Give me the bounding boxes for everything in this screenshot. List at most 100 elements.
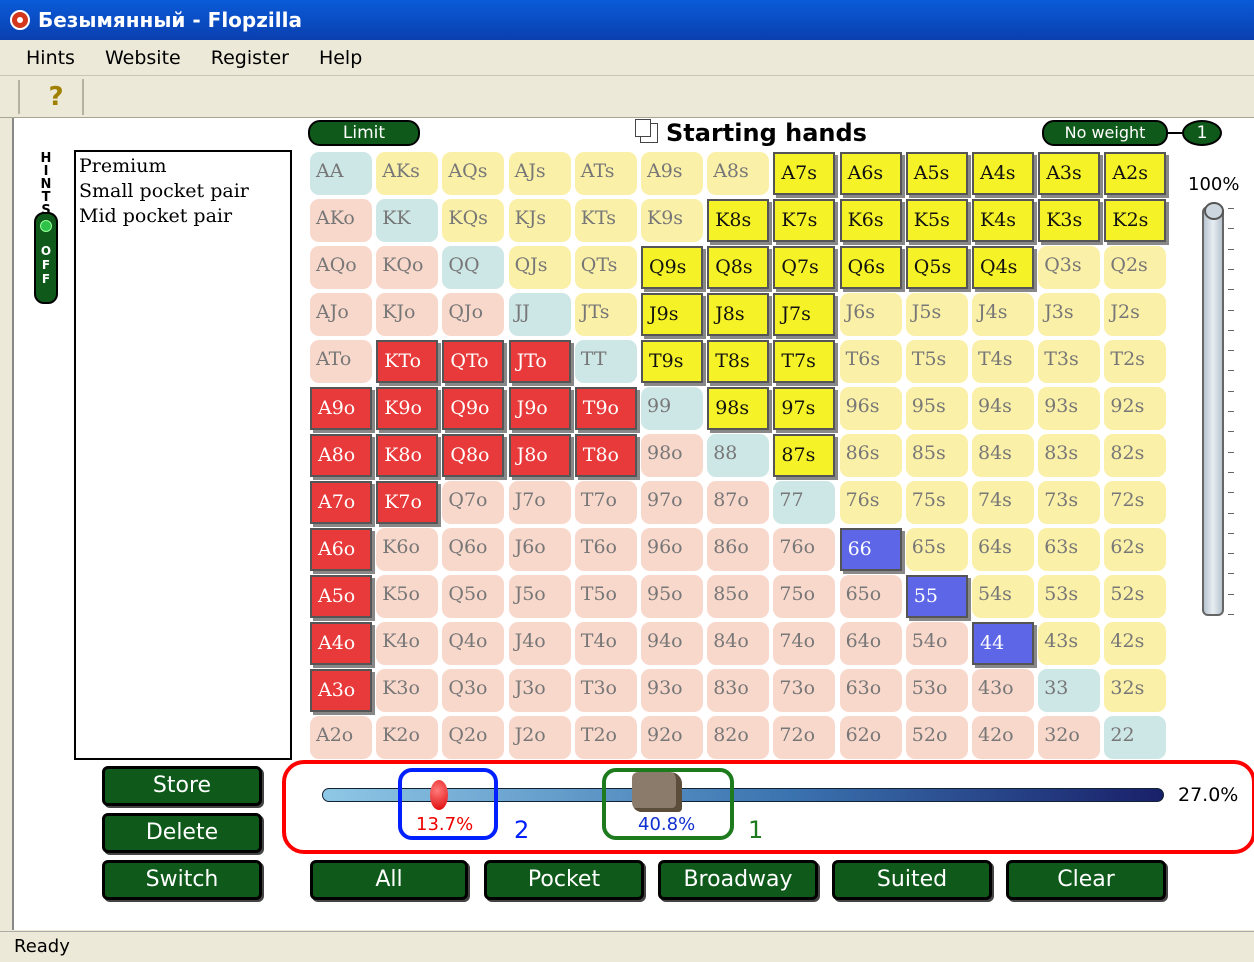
hand-cell-66[interactable]: 66 — [839, 528, 902, 571]
hand-cell-TT[interactable]: TT — [574, 340, 637, 383]
hand-cell-73s[interactable]: 73s — [1038, 481, 1101, 524]
red-slider-handle[interactable] — [430, 780, 448, 810]
hand-cell-T2s[interactable]: T2s — [1104, 340, 1167, 383]
hand-cell-JTs[interactable]: JTs — [574, 293, 637, 336]
store-button[interactable]: Store — [102, 766, 262, 806]
hand-cell-87s[interactable]: 87s — [773, 434, 836, 477]
hint-item[interactable]: Mid pocket pair — [79, 204, 287, 229]
menu-hints[interactable]: Hints — [26, 47, 75, 69]
hand-cell-95s[interactable]: 95s — [905, 387, 968, 430]
hand-cell-A9s[interactable]: A9s — [641, 152, 703, 195]
hand-cell-T6s[interactable]: T6s — [839, 340, 902, 383]
hand-cell-K8s[interactable]: K8s — [707, 199, 770, 242]
hand-cell-QTs[interactable]: QTs — [574, 246, 637, 289]
hand-cell-A7s[interactable]: A7s — [773, 152, 836, 195]
hand-cell-K3o[interactable]: K3o — [376, 669, 439, 712]
hand-cell-T7s[interactable]: T7s — [773, 340, 836, 383]
hand-cell-KK[interactable]: KK — [376, 199, 439, 242]
hand-cell-JTo[interactable]: JTo — [508, 340, 571, 383]
hand-cell-J9s[interactable]: J9s — [641, 293, 703, 336]
hand-cell-92o[interactable]: 92o — [641, 716, 703, 759]
clear-button[interactable]: Clear — [1006, 860, 1166, 900]
hand-cell-T9s[interactable]: T9s — [641, 340, 703, 383]
hand-cell-75o[interactable]: 75o — [773, 575, 836, 618]
hand-cell-32s[interactable]: 32s — [1104, 669, 1167, 712]
hand-cell-A5s[interactable]: A5s — [905, 152, 968, 195]
hand-cell-82s[interactable]: 82s — [1104, 434, 1167, 477]
hand-cell-J2s[interactable]: J2s — [1104, 293, 1167, 336]
hand-cell-T4s[interactable]: T4s — [972, 340, 1034, 383]
hand-cell-84o[interactable]: 84o — [707, 622, 770, 665]
hand-cell-72o[interactable]: 72o — [773, 716, 836, 759]
hand-cell-72s[interactable]: 72s — [1104, 481, 1167, 524]
hand-cell-A4o[interactable]: A4o — [310, 622, 372, 665]
hand-cell-62o[interactable]: 62o — [839, 716, 902, 759]
hand-cell-AQo[interactable]: AQo — [310, 246, 372, 289]
hand-cell-A2s[interactable]: A2s — [1104, 152, 1167, 195]
hand-cell-44[interactable]: 44 — [972, 622, 1034, 665]
hand-cell-K6o[interactable]: K6o — [376, 528, 439, 571]
hand-cell-K9s[interactable]: K9s — [641, 199, 703, 242]
suited-button[interactable]: Suited — [832, 860, 992, 900]
hints-toggle[interactable]: O F F — [34, 212, 58, 304]
hand-cell-T6o[interactable]: T6o — [574, 528, 637, 571]
hand-cell-ATo[interactable]: ATo — [310, 340, 372, 383]
hand-cell-J6o[interactable]: J6o — [508, 528, 571, 571]
hand-cell-AA[interactable]: AA — [310, 152, 372, 195]
hand-cell-K8o[interactable]: K8o — [376, 434, 439, 477]
hand-cell-64s[interactable]: 64s — [972, 528, 1034, 571]
hand-cell-J9o[interactable]: J9o — [508, 387, 571, 430]
hand-cell-K3s[interactable]: K3s — [1038, 199, 1101, 242]
hand-cell-96o[interactable]: 96o — [641, 528, 703, 571]
hand-cell-K7o[interactable]: K7o — [376, 481, 439, 524]
hand-cell-84s[interactable]: 84s — [972, 434, 1034, 477]
hand-cell-54s[interactable]: 54s — [972, 575, 1034, 618]
hand-cell-K4s[interactable]: K4s — [972, 199, 1034, 242]
hand-cell-83o[interactable]: 83o — [707, 669, 770, 712]
hand-cell-76s[interactable]: 76s — [839, 481, 902, 524]
limit-button[interactable]: Limit — [308, 120, 420, 146]
hand-cell-J6s[interactable]: J6s — [839, 293, 902, 336]
gray-slider-handle[interactable] — [632, 772, 682, 812]
weight-badge[interactable]: 1 — [1182, 120, 1222, 146]
hand-cell-82o[interactable]: 82o — [707, 716, 770, 759]
hand-cell-ATs[interactable]: ATs — [574, 152, 637, 195]
hand-cell-43o[interactable]: 43o — [972, 669, 1034, 712]
hand-cell-J3o[interactable]: J3o — [508, 669, 571, 712]
hand-cell-QTo[interactable]: QTo — [442, 340, 505, 383]
hand-cell-55[interactable]: 55 — [905, 575, 968, 618]
hand-cell-Q3s[interactable]: Q3s — [1038, 246, 1101, 289]
hand-cell-Q8o[interactable]: Q8o — [442, 434, 505, 477]
hand-cell-K7s[interactable]: K7s — [773, 199, 836, 242]
hand-cell-T5s[interactable]: T5s — [905, 340, 968, 383]
hand-cell-Q5s[interactable]: Q5s — [905, 246, 968, 289]
hand-cell-AKs[interactable]: AKs — [376, 152, 439, 195]
hand-cell-75s[interactable]: 75s — [905, 481, 968, 524]
hand-cell-Q4s[interactable]: Q4s — [972, 246, 1034, 289]
hand-cell-A3o[interactable]: A3o — [310, 669, 372, 712]
hand-cell-94o[interactable]: 94o — [641, 622, 703, 665]
hand-cell-94s[interactable]: 94s — [972, 387, 1034, 430]
hand-cell-JJ[interactable]: JJ — [508, 293, 571, 336]
copy-icon[interactable] — [635, 119, 658, 143]
weight-mode-button[interactable]: No weight — [1042, 120, 1168, 146]
hand-cell-77[interactable]: 77 — [773, 481, 836, 524]
hand-cell-Q9s[interactable]: Q9s — [641, 246, 703, 289]
hand-cell-T3o[interactable]: T3o — [574, 669, 637, 712]
hint-item[interactable]: Premium — [79, 154, 287, 179]
hand-cell-J4o[interactable]: J4o — [508, 622, 571, 665]
hand-cell-J3s[interactable]: J3s — [1038, 293, 1101, 336]
hand-cell-33[interactable]: 33 — [1038, 669, 1101, 712]
hand-cell-AQs[interactable]: AQs — [442, 152, 505, 195]
hand-cell-K2s[interactable]: K2s — [1104, 199, 1167, 242]
hand-cell-A4s[interactable]: A4s — [972, 152, 1034, 195]
hand-cell-AJo[interactable]: AJo — [310, 293, 372, 336]
hand-cell-J7o[interactable]: J7o — [508, 481, 571, 524]
menu-register[interactable]: Register — [211, 47, 289, 69]
hand-cell-22[interactable]: 22 — [1104, 716, 1167, 759]
hand-cell-J8s[interactable]: J8s — [707, 293, 770, 336]
hand-cell-Q2o[interactable]: Q2o — [442, 716, 505, 759]
hand-cell-74s[interactable]: 74s — [972, 481, 1034, 524]
hand-cell-Q3o[interactable]: Q3o — [442, 669, 505, 712]
hand-cell-65o[interactable]: 65o — [839, 575, 902, 618]
